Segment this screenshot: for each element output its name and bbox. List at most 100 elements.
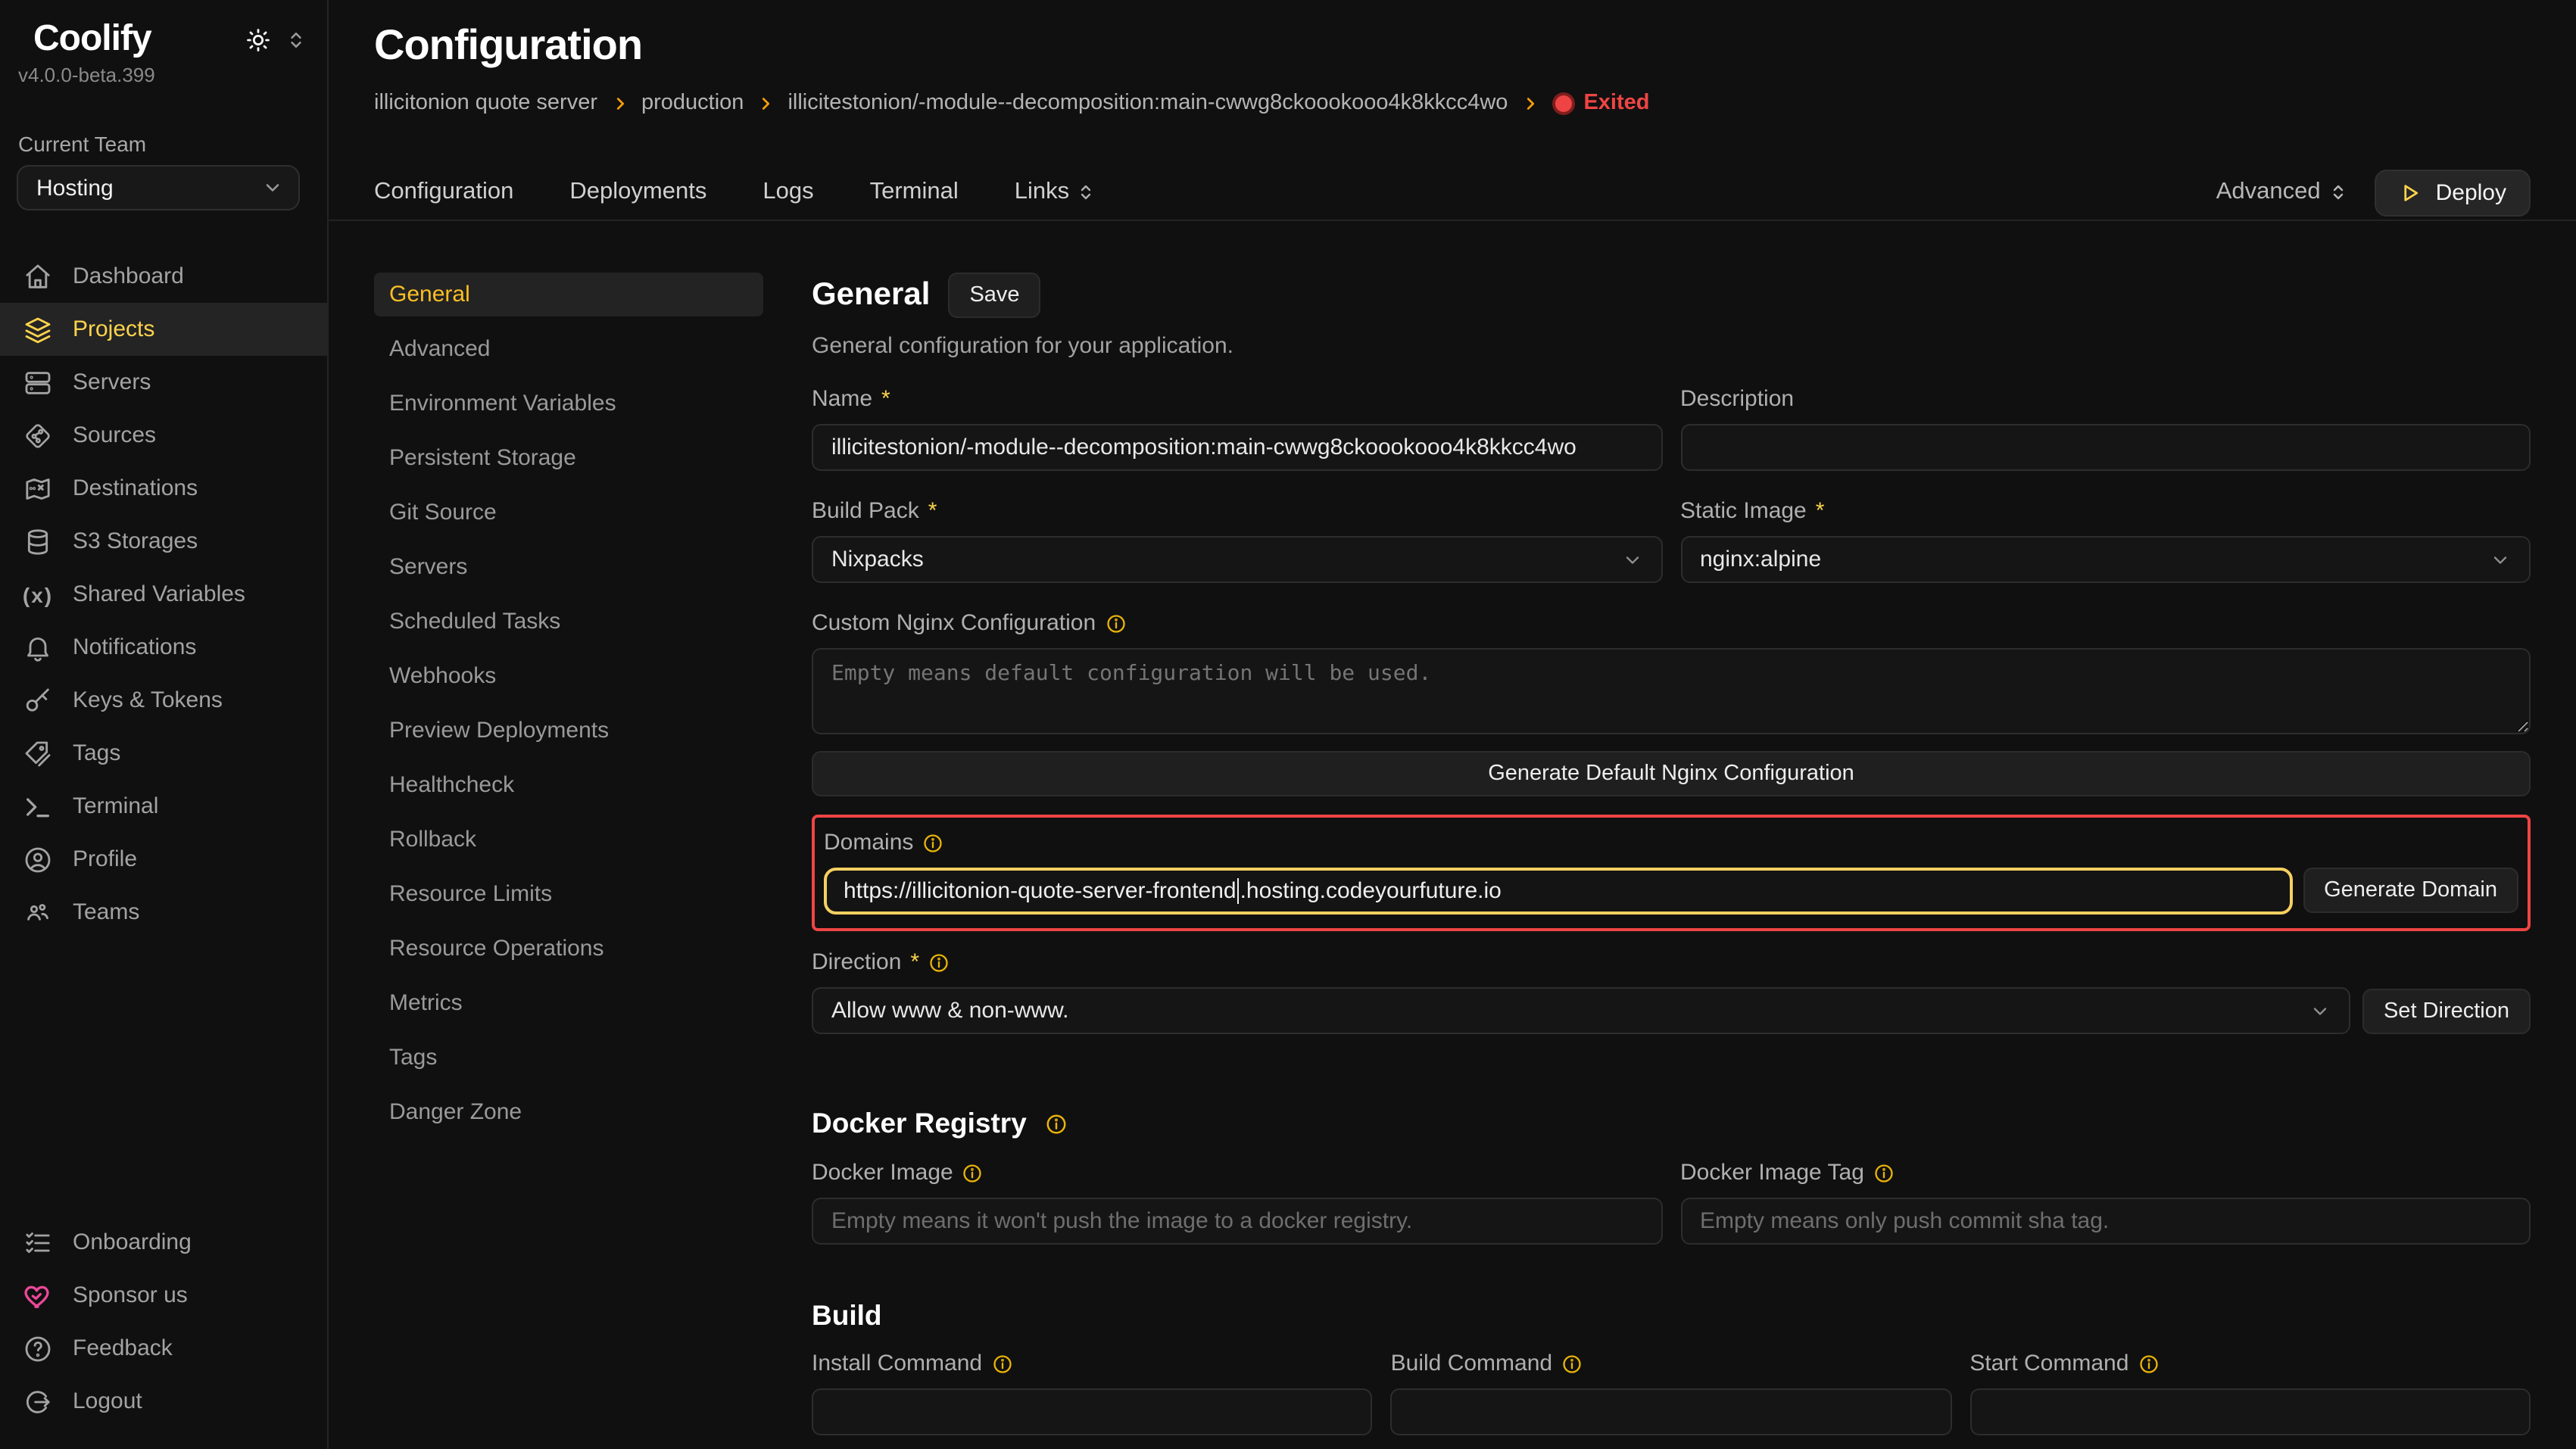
sidebar-nav: Dashboard Projects Servers Sources Desti… xyxy=(0,250,327,939)
tab-deployments[interactable]: Deployments xyxy=(569,179,706,206)
config-nav-preview-deployments[interactable]: Preview Deployments xyxy=(374,709,763,753)
git-source-icon xyxy=(23,420,53,450)
sidebar-item-sources[interactable]: Sources xyxy=(0,409,327,462)
start-command-input[interactable] xyxy=(1969,1388,2531,1435)
tab-links[interactable]: Links xyxy=(1015,179,1095,206)
chevron-right-icon xyxy=(757,95,774,111)
description-input[interactable] xyxy=(1680,424,2531,471)
breadcrumb-application[interactable]: illicitestonion/-module--decomposition:m… xyxy=(787,91,1508,115)
sidebar-item-profile[interactable]: Profile xyxy=(0,833,327,886)
sidebar-item-teams[interactable]: Teams xyxy=(0,886,327,939)
chevron-down-icon xyxy=(1621,549,1642,570)
config-nav-scheduled-tasks[interactable]: Scheduled Tasks xyxy=(374,600,763,643)
config-nav-webhooks[interactable]: Webhooks xyxy=(374,654,763,698)
static-image-select[interactable]: nginx:alpine xyxy=(1680,536,2531,583)
config-nav-resource-limits[interactable]: Resource Limits xyxy=(374,872,763,916)
key-icon xyxy=(23,685,53,715)
sidebar-item-notifications[interactable]: Notifications xyxy=(0,621,327,674)
sidebar-item-destinations[interactable]: Destinations xyxy=(0,462,327,515)
sidebar-item-servers[interactable]: Servers xyxy=(0,356,327,409)
status-label: Exited xyxy=(1583,91,1649,115)
static-image-label: Static Image xyxy=(1680,498,1807,524)
breadcrumb-environment[interactable]: production xyxy=(641,91,744,115)
start-command-label: Start Command xyxy=(1969,1351,2128,1376)
generate-nginx-config-button[interactable]: Generate Default Nginx Configuration xyxy=(812,751,2531,796)
sidebar-item-tags[interactable]: Tags xyxy=(0,727,327,780)
set-direction-button[interactable]: Set Direction xyxy=(2362,988,2531,1033)
sidebar-item-dashboard[interactable]: Dashboard xyxy=(0,250,327,303)
config-nav-general[interactable]: General xyxy=(374,273,763,316)
chevron-down-icon xyxy=(262,177,283,198)
install-command-input[interactable] xyxy=(812,1388,1373,1435)
heart-icon xyxy=(23,1280,53,1310)
docker-image-tag-label: Docker Image Tag xyxy=(1680,1160,1864,1186)
chevrons-up-down-icon xyxy=(2330,183,2348,201)
docker-registry-heading: Docker Registry xyxy=(812,1107,1027,1140)
logout-icon xyxy=(23,1386,53,1416)
terminal-icon xyxy=(23,791,53,821)
sidebar-item-s3-storages[interactable]: S3 Storages xyxy=(0,515,327,568)
sidebar-item-terminal[interactable]: Terminal xyxy=(0,780,327,833)
chevron-down-icon xyxy=(2490,549,2511,570)
general-form: General Save General configuration for y… xyxy=(812,273,2531,1449)
save-button[interactable]: Save xyxy=(948,273,1040,318)
chevron-down-icon xyxy=(2309,1000,2331,1021)
page-title: Configuration xyxy=(374,21,2531,70)
breadcrumb-project[interactable]: illicitonion quote server xyxy=(374,91,597,115)
sidebar-item-projects[interactable]: Projects xyxy=(0,303,327,356)
config-nav-servers[interactable]: Servers xyxy=(374,545,763,589)
config-nav-environment-variables[interactable]: Environment Variables xyxy=(374,382,763,425)
config-nav-persistent-storage[interactable]: Persistent Storage xyxy=(374,436,763,480)
tag-icon xyxy=(23,738,53,768)
config-nav-git-source[interactable]: Git Source xyxy=(374,491,763,534)
coolify-app: Coolify v4.0.0-beta.399 Current Team Hos… xyxy=(0,0,2576,1449)
chevron-right-icon xyxy=(1521,95,1538,111)
info-icon xyxy=(2138,1353,2159,1374)
advanced-menu[interactable]: Advanced xyxy=(2216,179,2348,206)
general-subtitle: General configuration for your applicati… xyxy=(812,333,2531,359)
docker-image-label: Docker Image xyxy=(812,1160,953,1186)
sidebar-item-shared-variables[interactable]: (x) Shared Variables xyxy=(0,568,327,621)
build-command-input[interactable] xyxy=(1391,1388,1952,1435)
nginx-config-textarea[interactable] xyxy=(812,648,2531,734)
direction-select[interactable]: Allow www & non-www. xyxy=(812,987,2350,1034)
info-icon xyxy=(991,1353,1012,1374)
config-nav-danger-zone[interactable]: Danger Zone xyxy=(374,1090,763,1134)
generate-domain-button[interactable]: Generate Domain xyxy=(2303,868,2518,913)
docker-image-tag-input[interactable] xyxy=(1680,1198,2531,1245)
users-icon xyxy=(23,897,53,927)
config-nav-rollback[interactable]: Rollback xyxy=(374,818,763,862)
play-icon xyxy=(2400,181,2422,204)
domains-input[interactable]: https://illicitonion-quote-server-fronte… xyxy=(824,868,2292,915)
config-nav-metrics[interactable]: Metrics xyxy=(374,981,763,1025)
name-input[interactable] xyxy=(812,424,1662,471)
sidebar-item-onboarding[interactable]: Onboarding xyxy=(0,1216,327,1269)
sidebar-item-feedback[interactable]: Feedback xyxy=(0,1322,327,1375)
tab-logs[interactable]: Logs xyxy=(763,179,813,206)
config-nav-advanced[interactable]: Advanced xyxy=(374,327,763,371)
tab-configuration[interactable]: Configuration xyxy=(374,179,513,206)
build-pack-select[interactable]: Nixpacks xyxy=(812,536,1662,583)
sidebar-item-sponsor-us[interactable]: Sponsor us xyxy=(0,1269,327,1322)
domains-label: Domains xyxy=(824,830,913,855)
breadcrumb: illicitonion quote server production ill… xyxy=(374,91,2531,115)
status-dot-icon xyxy=(1555,95,1571,111)
bell-icon xyxy=(23,632,53,662)
build-command-label: Build Command xyxy=(1391,1351,1552,1376)
sidebar-item-keys-tokens[interactable]: Keys & Tokens xyxy=(0,674,327,727)
docker-image-input[interactable] xyxy=(812,1198,1662,1245)
sidebar-collapse-chevrons-icon[interactable] xyxy=(286,30,306,50)
config-nav-tags[interactable]: Tags xyxy=(374,1036,763,1080)
team-select[interactable]: Hosting xyxy=(17,165,300,210)
theme-toggle-sun-icon[interactable] xyxy=(245,27,271,53)
tab-bar: Configuration Deployments Logs Terminal … xyxy=(329,165,2576,221)
direction-label: Direction xyxy=(812,949,901,975)
config-nav-resource-operations[interactable]: Resource Operations xyxy=(374,927,763,971)
deploy-button[interactable]: Deploy xyxy=(2375,169,2531,216)
tab-terminal[interactable]: Terminal xyxy=(870,179,959,206)
app-logo: Coolify xyxy=(33,18,151,61)
team-select-value: Hosting xyxy=(36,175,114,201)
sidebar-item-logout[interactable]: Logout xyxy=(0,1375,327,1428)
config-nav-healthcheck[interactable]: Healthcheck xyxy=(374,763,763,807)
help-icon xyxy=(23,1333,53,1363)
